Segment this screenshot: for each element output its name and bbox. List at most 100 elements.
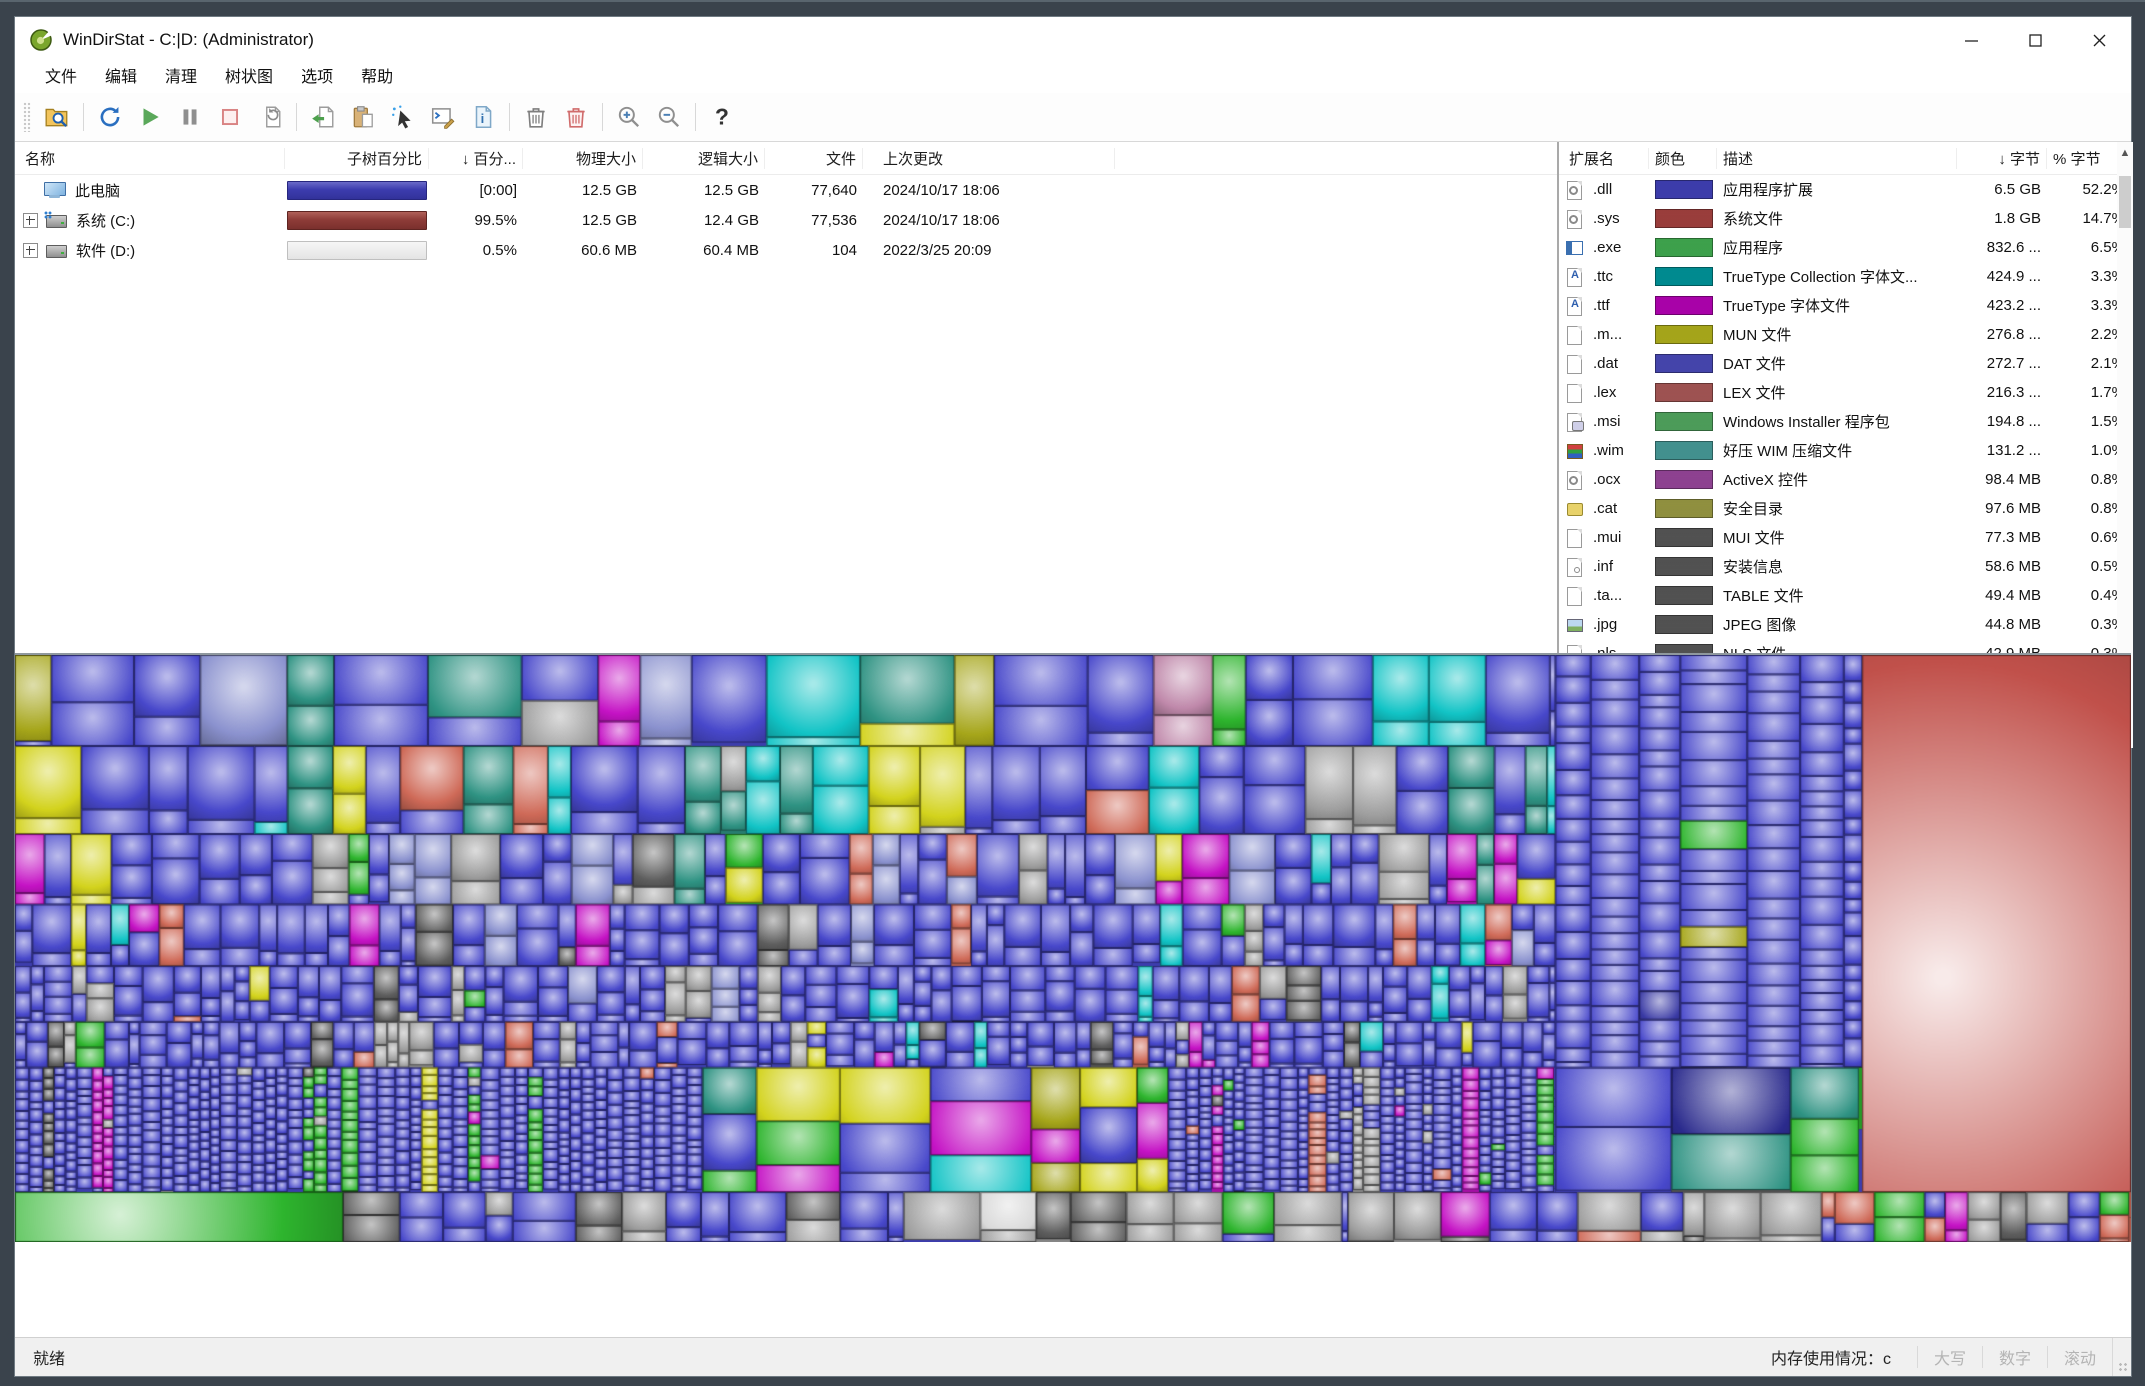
column-header-physical-size[interactable]: 物理大小 [523, 147, 643, 169]
extension-row-15[interactable]: .jpg JPEG 图像 44.8 MB 0.3% [1559, 610, 2133, 639]
resize-grip[interactable] [2112, 1338, 2131, 1376]
color-swatch [1655, 180, 1713, 199]
paste-button[interactable] [343, 98, 383, 136]
extension-row-3[interactable]: A .ttc TrueType Collection 字体文... 424.9 ...… [1559, 262, 2133, 291]
extension-row-11[interactable]: .cat 安全目录 97.6 MB 0.8% [1559, 494, 2133, 523]
column-header-extension[interactable]: 扩展名 [1559, 147, 1649, 169]
close-button[interactable] [2067, 17, 2131, 63]
gear-page-icon [1566, 470, 1584, 490]
extension-name: .ttf [1593, 297, 1610, 314]
delete-permanently-button[interactable] [556, 98, 596, 136]
stop-button[interactable] [210, 98, 250, 136]
toolbar-separator [509, 103, 510, 131]
menu-item-5[interactable]: 帮助 [347, 63, 407, 93]
stop-icon [221, 108, 239, 126]
item-name: 系统 (C:) [76, 212, 136, 230]
color-swatch [1655, 557, 1713, 576]
maximize-button[interactable] [2003, 17, 2067, 63]
extension-row-12[interactable]: .mui MUI 文件 77.3 MB 0.6% [1559, 523, 2133, 552]
extension-row-0[interactable]: .dll 应用程序扩展 6.5 GB 52.2% [1559, 175, 2133, 204]
bytes: 194.8 ... [1986, 413, 2041, 430]
column-header-name[interactable]: 名称 [15, 147, 285, 169]
menu-item-0[interactable]: 文件 [31, 63, 91, 93]
menu-bar: 文件 编辑 清理 树状图 选项 帮助 [15, 63, 2131, 93]
extension-row-6[interactable]: .dat DAT 文件 272.7 ... 2.1% [1559, 349, 2133, 378]
column-header-files[interactable]: 文件 [765, 147, 863, 169]
description: 系统文件 [1723, 211, 1784, 228]
font-file-icon: A [1566, 296, 1584, 316]
menu-item-1[interactable]: 编辑 [91, 63, 151, 93]
expand-icon[interactable] [23, 242, 38, 258]
extension-row-4[interactable]: A .ttf TrueType 字体文件 423.2 ... 3.3% [1559, 291, 2133, 320]
column-header-logical-size[interactable]: 逻辑大小 [643, 147, 765, 169]
directory-column-headers: 名称 子树百分比 ↓ 百分... 物理大小 逻辑大小 文件 上次更改 [15, 142, 1557, 175]
menu-item-4[interactable]: 选项 [287, 63, 347, 93]
refresh-all-button[interactable] [90, 98, 130, 136]
toolbar-grip[interactable] [23, 102, 31, 132]
extension-row-5[interactable]: .m... MUN 文件 276.8 ... 2.2% [1559, 320, 2133, 349]
close-icon [2093, 34, 2105, 46]
subtree-percentage-bar [287, 240, 427, 260]
trash-red-icon [567, 108, 585, 128]
extension-name: .dll [1593, 181, 1613, 198]
extension-name: .cat [1593, 500, 1618, 517]
open-folder-button[interactable] [37, 98, 77, 136]
color-swatch [1655, 209, 1713, 228]
refresh-selected-button[interactable] [250, 98, 290, 136]
delete-to-recycle-bin-button[interactable] [516, 98, 556, 136]
extension-name: .dat [1593, 355, 1619, 372]
folder-search-icon [45, 108, 68, 128]
menu-item-3[interactable]: 树状图 [211, 63, 287, 93]
extension-name: .ttc [1593, 268, 1614, 285]
info-icon: i [475, 105, 492, 129]
extension-row-1[interactable]: .sys 系统文件 1.8 GB 14.7% [1559, 204, 2133, 233]
extension-row-8[interactable]: .msi Windows Installer 程序包 194.8 ... 1.5% [1559, 407, 2133, 436]
expand-icon[interactable] [23, 212, 38, 228]
explorer-select-button[interactable] [383, 98, 423, 136]
help-button[interactable]: ? [702, 98, 742, 136]
directory-row-0[interactable]: 此电脑 [0:00] 12.5 GB 12.5 GB 77,640 2024/10/17 … [15, 175, 1557, 205]
column-header-description[interactable]: 描述 [1717, 147, 1957, 169]
scroll-up-icon[interactable]: ▲ [2117, 144, 2133, 162]
extension-column-headers: 扩展名 颜色 描述 ↓ 字节 % 字节 [1559, 142, 2133, 175]
copy-path-button[interactable] [303, 98, 343, 136]
column-header-percentage-sorted[interactable]: ↓ 百分... [429, 147, 523, 169]
resume-button[interactable] [130, 98, 170, 136]
last-change: 2024/10/17 18:06 [883, 181, 1000, 199]
extension-row-14[interactable]: .ta... TABLE 文件 49.4 MB 0.4% [1559, 581, 2133, 610]
command-prompt-button[interactable] [423, 98, 463, 136]
column-header-subtree-percentage[interactable]: 子树百分比 [285, 147, 429, 169]
column-header-bytes-sorted[interactable]: ↓ 字节 [1957, 147, 2047, 169]
extension-vertical-scrollbar[interactable]: ▲ ▼ [2117, 142, 2133, 723]
properties-button[interactable]: i [463, 98, 503, 136]
zoom-in-button[interactable] [609, 98, 649, 136]
console-icon [431, 108, 455, 129]
extension-name: .lex [1593, 384, 1617, 401]
bytes: 276.8 ... [1986, 326, 2041, 343]
column-header-last-change[interactable]: 上次更改 [877, 147, 1115, 169]
minimize-button[interactable] [1939, 17, 2003, 63]
description: ActiveX 控件 [1723, 472, 1809, 489]
title-bar[interactable]: WinDirStat - C:|D: (Administrator) [15, 17, 2131, 63]
vertical-scroll-thumb[interactable] [2119, 176, 2131, 228]
drive-icon [46, 243, 67, 258]
physical-size: 12.5 GB [581, 211, 637, 229]
column-header-color[interactable]: 颜色 [1649, 147, 1717, 169]
extension-row-9[interactable]: .wim 好压 WIM 压缩文件 131.2 ... 1.0% [1559, 436, 2133, 465]
treemap-canvas[interactable] [15, 655, 2131, 1242]
pause-button[interactable] [170, 98, 210, 136]
extension-row-13[interactable]: .inf 安装信息 58.6 MB 0.5% [1559, 552, 2133, 581]
zoom-out-button[interactable] [649, 98, 689, 136]
extension-row-10[interactable]: .ocx ActiveX 控件 98.4 MB 0.8% [1559, 465, 2133, 494]
directory-row-1[interactable]: 系统 (C:) 99.5% 12.5 GB 12.4 GB 77,536 2024/10/… [15, 205, 1557, 235]
page-icon [1566, 383, 1584, 403]
indicator-2: 滚动 [2046, 1345, 2112, 1369]
directory-row-2[interactable]: 软件 (D:) 0.5% 60.6 MB 60.4 MB 104 2022/3/25 20… [15, 235, 1557, 265]
extension-row-7[interactable]: .lex LEX 文件 216.3 ... 1.7% [1559, 378, 2133, 407]
menu-item-2[interactable]: 清理 [151, 63, 211, 93]
drive-icon [44, 210, 67, 228]
extension-row-2[interactable]: .exe 应用程序 832.6 ... 6.5% [1559, 233, 2133, 262]
file-count: 77,536 [811, 211, 857, 229]
pause-icon [183, 109, 197, 125]
physical-size: 60.6 MB [581, 241, 637, 259]
